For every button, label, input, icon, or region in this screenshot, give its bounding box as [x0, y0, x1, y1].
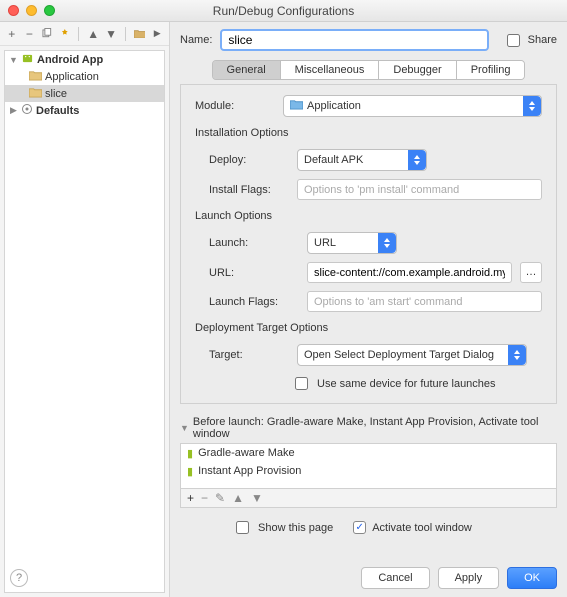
activate-tool-window-label: Activate tool window — [372, 522, 472, 534]
deploy-value: Default APK — [304, 154, 363, 166]
target-select[interactable]: Open Select Deployment Target Dialog — [297, 344, 527, 366]
android-icon: ▮ — [187, 465, 193, 478]
folder-icon — [29, 87, 42, 101]
install-section-label: Installation Options — [195, 127, 542, 139]
activate-tool-window-checkbox[interactable]: ✓ — [353, 521, 366, 534]
launch-flags-input[interactable] — [307, 291, 542, 312]
module-label: Module: — [195, 100, 275, 112]
config-tree-toolbar: + − ▲ ▼ ▶ — [0, 22, 169, 46]
gear-icon — [21, 103, 33, 118]
collapse-button[interactable]: ▶ — [151, 27, 163, 41]
before-launch-toolbar: + − ✎ ▲ ▼ — [180, 489, 557, 508]
cancel-button[interactable]: Cancel — [361, 567, 429, 589]
deploy-label: Deploy: — [209, 154, 289, 166]
url-label: URL: — [209, 267, 299, 279]
add-task-button[interactable]: + — [187, 492, 194, 504]
same-device-label: Use same device for future launches — [317, 378, 496, 390]
folder-button[interactable] — [134, 27, 146, 41]
move-up-task-button[interactable]: ▲ — [232, 492, 244, 504]
url-more-button[interactable]: … — [520, 262, 542, 283]
disclosure-icon[interactable]: ▼ — [180, 423, 189, 433]
target-value: Open Select Deployment Target Dialog — [304, 349, 494, 361]
tree-label: slice — [45, 88, 67, 100]
chevron-updown-icon — [408, 150, 426, 170]
deploy-select[interactable]: Default APK — [297, 149, 427, 171]
add-config-button[interactable]: + — [6, 27, 18, 41]
titlebar: Run/Debug Configurations — [0, 0, 567, 22]
general-panel: Module: Application Installation Options… — [180, 84, 557, 404]
right-pane: Name: Share General Miscellaneous Debugg… — [170, 22, 567, 597]
launch-flags-label: Launch Flags: — [209, 296, 299, 308]
tab-bar: General Miscellaneous Debugger Profiling — [180, 60, 557, 80]
name-input[interactable] — [220, 29, 488, 51]
target-label: Target: — [209, 349, 289, 361]
install-flags-input[interactable] — [297, 179, 542, 200]
tree-node-defaults[interactable]: ▶ Defaults — [5, 102, 164, 119]
ok-button[interactable]: OK — [507, 567, 557, 589]
chevron-updown-icon — [508, 345, 526, 365]
launch-value: URL — [314, 237, 336, 249]
tree-node-android-app[interactable]: ▼ Android App — [5, 51, 164, 68]
module-select[interactable]: Application — [283, 95, 542, 117]
deploy-target-section-label: Deployment Target Options — [195, 322, 542, 334]
before-launch-list[interactable]: ▮ Gradle-aware Make ▮ Instant App Provis… — [180, 443, 557, 489]
move-up-button[interactable]: ▲ — [87, 27, 99, 41]
tab-profiling[interactable]: Profiling — [457, 61, 525, 79]
tab-debugger[interactable]: Debugger — [379, 61, 456, 79]
list-item[interactable]: ▮ Gradle-aware Make — [181, 444, 556, 462]
list-item[interactable]: ▮ Instant App Provision — [181, 462, 556, 480]
tree-label: Application — [45, 71, 99, 83]
move-down-button[interactable]: ▼ — [105, 27, 117, 41]
install-flags-label: Install Flags: — [209, 184, 289, 196]
remove-config-button[interactable]: − — [24, 27, 36, 41]
edit-defaults-button[interactable] — [59, 27, 71, 41]
move-down-task-button[interactable]: ▼ — [251, 492, 263, 504]
tab-general[interactable]: General — [213, 61, 281, 79]
tree-label: Android App — [37, 54, 103, 66]
window-title: Run/Debug Configurations — [0, 4, 567, 18]
help-button[interactable]: ? — [10, 569, 28, 587]
chevron-updown-icon — [523, 96, 541, 116]
show-this-page-label: Show this page — [258, 522, 333, 534]
list-item-label: Instant App Provision — [198, 465, 301, 477]
apply-button[interactable]: Apply — [438, 567, 500, 589]
list-item-label: Gradle-aware Make — [198, 447, 295, 459]
launch-label: Launch: — [209, 237, 299, 249]
module-icon — [290, 99, 307, 113]
before-launch-section: ▼ Before launch: Gradle-aware Make, Inst… — [180, 416, 557, 508]
edit-task-button[interactable]: ✎ — [215, 492, 225, 504]
tree-label: Defaults — [36, 105, 79, 117]
name-label: Name: — [180, 34, 212, 46]
folder-icon — [29, 70, 42, 84]
tree-node-application[interactable]: Application — [5, 68, 164, 85]
launch-section-label: Launch Options — [195, 210, 542, 222]
android-icon — [21, 53, 34, 67]
android-icon: ▮ — [187, 447, 193, 460]
config-tree[interactable]: ▼ Android App Application slice ▶ — [4, 50, 165, 593]
remove-task-button[interactable]: − — [201, 492, 208, 504]
url-input[interactable] — [307, 262, 512, 283]
tab-miscellaneous[interactable]: Miscellaneous — [281, 61, 380, 79]
before-launch-title: Before launch: Gradle-aware Make, Instan… — [193, 416, 557, 440]
chevron-updown-icon — [378, 233, 396, 253]
tree-node-slice[interactable]: slice — [5, 85, 164, 102]
same-device-checkbox[interactable] — [295, 377, 308, 390]
share-label: Share — [528, 34, 557, 46]
share-checkbox[interactable] — [507, 34, 520, 47]
launch-select[interactable]: URL — [307, 232, 397, 254]
copy-config-button[interactable] — [41, 27, 53, 41]
show-this-page-checkbox[interactable] — [236, 521, 249, 534]
module-value: Application — [307, 100, 361, 112]
left-pane: + − ▲ ▼ ▶ ▼ Android App — [0, 22, 170, 597]
